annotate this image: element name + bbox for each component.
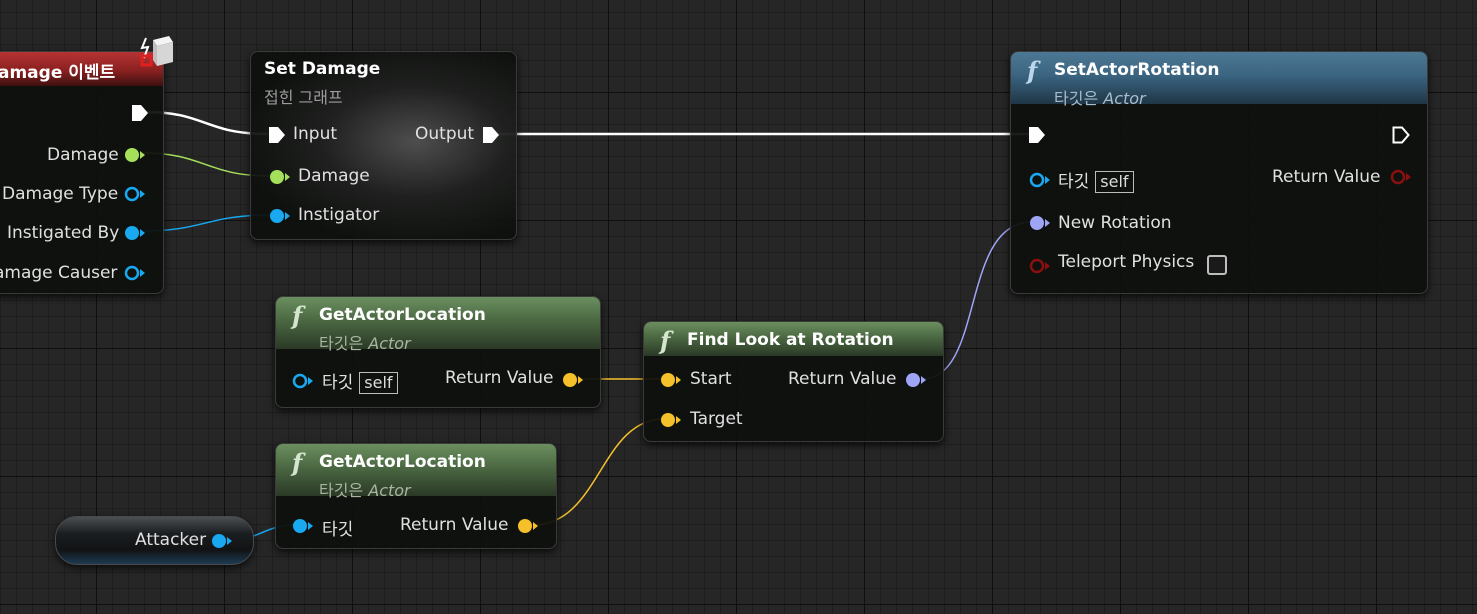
- set-damage-collapsed-node[interactable]: Set Damage 접힌 그래프 Input Output Damage In…: [250, 51, 517, 240]
- instigated-by-pin-label: Instigated By: [7, 223, 120, 243]
- target-pin-label: 타깃 self: [322, 368, 398, 394]
- target-in-pin[interactable]: [658, 412, 682, 432]
- function-icon: f: [660, 326, 671, 355]
- target-in-pin[interactable]: [290, 373, 314, 393]
- get-actor-location-1-subtitle: 타깃은 Actor: [319, 334, 411, 353]
- exec-in-pin[interactable]: [1028, 126, 1046, 148]
- return-value-out-pin[interactable]: [515, 518, 539, 538]
- event-any-damage-node[interactable]: amage 이벤트 Damage Damage Type Instigated …: [0, 36, 173, 294]
- set-actor-rotation-title: SetActorRotation: [1054, 60, 1220, 80]
- self-default-box[interactable]: self: [1095, 171, 1134, 193]
- set-actor-rotation-subtitle: 타깃은 Actor: [1054, 89, 1146, 108]
- target-pin-label: 타깃 self: [1058, 167, 1134, 193]
- damage-out-pin[interactable]: [124, 147, 146, 167]
- event-damage-icon: [139, 34, 173, 72]
- get-actor-location-2-subtitle: 타깃은 Actor: [319, 481, 411, 500]
- target-in-pin[interactable]: [1027, 172, 1051, 192]
- set-actor-rotation-node[interactable]: f SetActorRotation 타깃은 Actor 타깃 self Retu…: [1010, 51, 1428, 294]
- target-pin-label: 타깃: [322, 520, 354, 540]
- get-actor-location-2-header: f GetActorLocation 타깃은 Actor: [276, 444, 556, 500]
- attacker-variable-getter[interactable]: Attacker: [55, 516, 254, 565]
- return-value-pin-label: Return Value: [1272, 167, 1381, 187]
- get-actor-location-1-header: f GetActorLocation 타깃은 Actor: [276, 297, 600, 353]
- teleport-physics-checkbox[interactable]: [1207, 255, 1227, 275]
- attacker-label: Attacker: [135, 530, 207, 550]
- event-node-header: amage 이벤트: [0, 36, 173, 86]
- self-default-box[interactable]: self: [359, 372, 398, 394]
- start-in-pin[interactable]: [658, 372, 682, 392]
- return-value-pin-label: Return Value: [788, 369, 897, 389]
- exec-out-pin[interactable]: [131, 104, 149, 126]
- find-look-at-rotation-header: f Find Look at Rotation: [644, 322, 943, 356]
- output-pin-label: Output: [415, 124, 475, 144]
- exec-out-pin[interactable]: [1392, 126, 1410, 148]
- target-in-pin[interactable]: [290, 518, 314, 538]
- target-pin-label: Target: [690, 409, 743, 429]
- instigated-by-out-pin[interactable]: [124, 225, 146, 245]
- return-value-pin-label: Return Value: [445, 368, 554, 388]
- damage-in-pin-label: Damage: [298, 166, 370, 186]
- function-icon: f: [292, 301, 303, 330]
- input-exec-pin[interactable]: [268, 126, 286, 148]
- instigator-in-pin-label: Instigator: [298, 205, 380, 225]
- get-actor-location-2-title: GetActorLocation: [319, 452, 486, 472]
- instigator-in-pin[interactable]: [267, 208, 291, 228]
- return-value-pin-label: Return Value: [400, 515, 509, 535]
- damage-type-pin-label: Damage Type: [2, 184, 119, 204]
- function-icon: f: [292, 448, 303, 477]
- new-rotation-pin-label: New Rotation: [1058, 213, 1172, 233]
- damage-pin-label: Damage: [47, 145, 119, 165]
- get-actor-location-node-1[interactable]: f GetActorLocation 타깃은 Actor 타깃 self Retu…: [275, 296, 601, 408]
- damage-in-pin[interactable]: [267, 169, 291, 189]
- set-damage-title: Set Damage: [264, 59, 381, 79]
- function-icon: f: [1027, 56, 1038, 85]
- find-look-at-rotation-title: Find Look at Rotation: [687, 330, 894, 350]
- set-actor-rotation-header: f SetActorRotation 타깃은 Actor: [1011, 52, 1427, 108]
- attacker-out-pin[interactable]: [211, 533, 235, 553]
- damage-causer-pin-label: amage Causer: [0, 263, 118, 283]
- find-look-at-rotation-node[interactable]: f Find Look at Rotation Start Return Val…: [643, 321, 944, 442]
- input-pin-label: Input: [293, 124, 338, 144]
- damage-type-out-pin[interactable]: [124, 186, 146, 206]
- event-node-title: amage 이벤트: [0, 63, 116, 83]
- get-actor-location-1-title: GetActorLocation: [319, 305, 486, 325]
- return-value-out-pin[interactable]: [903, 372, 927, 392]
- return-value-out-pin[interactable]: [1388, 169, 1412, 189]
- start-pin-label: Start: [690, 369, 732, 389]
- new-rotation-in-pin[interactable]: [1027, 215, 1051, 235]
- teleport-physics-pin-label: Teleport Physics: [1058, 252, 1195, 272]
- get-actor-location-node-2[interactable]: f GetActorLocation 타깃은 Actor 타깃 Return V…: [275, 443, 557, 549]
- set-damage-subtitle: 접힌 그래프: [264, 88, 343, 107]
- output-exec-pin[interactable]: [482, 126, 500, 148]
- teleport-physics-in-pin[interactable]: [1027, 258, 1051, 278]
- damage-causer-out-pin[interactable]: [124, 265, 146, 285]
- return-value-out-pin[interactable]: [560, 372, 584, 392]
